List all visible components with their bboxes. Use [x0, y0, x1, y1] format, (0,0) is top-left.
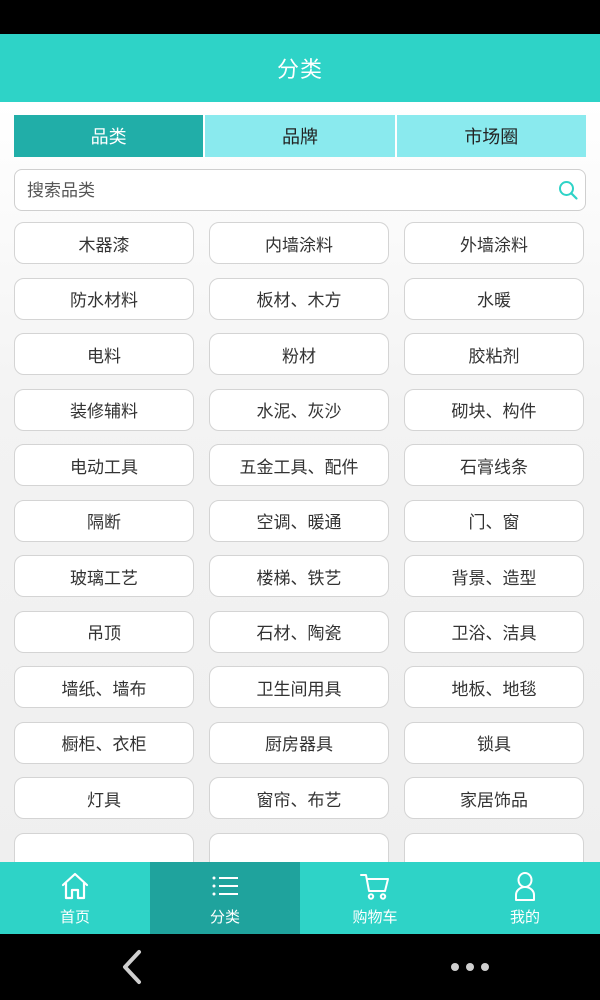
- category-button[interactable]: 粉材: [209, 333, 389, 375]
- nav-category[interactable]: 分类: [150, 862, 300, 934]
- main-content: 品类 品牌 市场圈 木器漆内墙涂料外墙涂料防水材料板材、木方水暖电料粉材胶粘剂装…: [0, 102, 600, 862]
- tab-category[interactable]: 品类: [14, 115, 206, 157]
- user-icon: [515, 871, 535, 901]
- category-button[interactable]: 五金工具、配件: [209, 444, 389, 486]
- category-button[interactable]: 灯具: [14, 777, 194, 819]
- category-button[interactable]: 卫浴、洁具: [404, 610, 584, 653]
- category-button[interactable]: 空调、暖通: [209, 499, 389, 542]
- category-button-partial[interactable]: [404, 832, 584, 862]
- category-button[interactable]: 背景、造型: [404, 555, 584, 597]
- category-button[interactable]: 玻璃工艺: [14, 555, 194, 597]
- category-button[interactable]: 石膏线条: [404, 444, 584, 486]
- category-button[interactable]: 窗帘、布艺: [209, 777, 389, 819]
- category-button[interactable]: 门、窗: [404, 499, 584, 542]
- category-button[interactable]: 墙纸、墙布: [14, 666, 194, 708]
- app-header: 分类: [0, 34, 600, 102]
- category-button[interactable]: 隔断: [14, 499, 194, 542]
- nav-cart-label: 购物车: [352, 907, 398, 926]
- category-button[interactable]: 水泥、灰沙: [209, 388, 389, 431]
- category-button[interactable]: 地板、地毯: [404, 666, 584, 708]
- nav-category-label: 分类: [209, 907, 240, 926]
- more-icon[interactable]: [448, 960, 492, 974]
- nav-home-label: 首页: [59, 907, 90, 926]
- list-icon: [212, 876, 238, 895]
- category-button[interactable]: 橱柜、衣柜: [14, 721, 194, 764]
- tab-brand[interactable]: 品牌: [205, 115, 397, 157]
- category-button-partial[interactable]: [209, 832, 389, 862]
- category-button[interactable]: 板材、木方: [209, 277, 389, 320]
- category-button[interactable]: 厨房器具: [209, 721, 389, 764]
- status-bar: [0, 0, 600, 34]
- nav-mine[interactable]: 我的: [450, 862, 600, 934]
- category-button[interactable]: 砌块、构件: [404, 388, 584, 431]
- category-button[interactable]: 水暖: [404, 277, 584, 320]
- category-button[interactable]: 内墙涂料: [209, 222, 389, 264]
- category-button[interactable]: 吊顶: [14, 610, 194, 653]
- page-title: 分类: [276, 58, 323, 83]
- system-nav-bar: [0, 934, 600, 1000]
- category-button[interactable]: 卫生间用具: [209, 666, 389, 708]
- cart-icon: [360, 873, 389, 900]
- category-button[interactable]: 石材、陶瓷: [209, 610, 389, 653]
- bottom-nav: 首页 分类 购物车 我的: [0, 862, 600, 934]
- search-box: [14, 169, 586, 212]
- category-button[interactable]: 电动工具: [14, 444, 194, 486]
- category-button[interactable]: 防水材料: [14, 277, 194, 320]
- category-button[interactable]: 家居饰品: [404, 777, 584, 819]
- category-button[interactable]: 电料: [14, 333, 194, 375]
- nav-mine-label: 我的: [509, 907, 540, 926]
- search-input[interactable]: [25, 170, 549, 212]
- category-button[interactable]: 外墙涂料: [404, 222, 584, 264]
- category-tabs: 品类 品牌 市场圈: [14, 115, 586, 157]
- category-button[interactable]: 楼梯、铁艺: [209, 555, 389, 597]
- category-button[interactable]: 胶粘剂: [404, 333, 584, 375]
- tab-market-circle[interactable]: 市场圈: [396, 115, 586, 157]
- nav-cart[interactable]: 购物车: [300, 862, 450, 934]
- category-button-partial[interactable]: [14, 832, 194, 862]
- nav-home[interactable]: 首页: [0, 862, 150, 934]
- category-button[interactable]: 木器漆: [14, 222, 194, 264]
- home-icon: [61, 872, 89, 899]
- category-button[interactable]: 锁具: [404, 721, 584, 764]
- category-button[interactable]: 装修辅料: [14, 388, 194, 431]
- search-icon[interactable]: [557, 179, 579, 201]
- back-icon[interactable]: [115, 948, 149, 986]
